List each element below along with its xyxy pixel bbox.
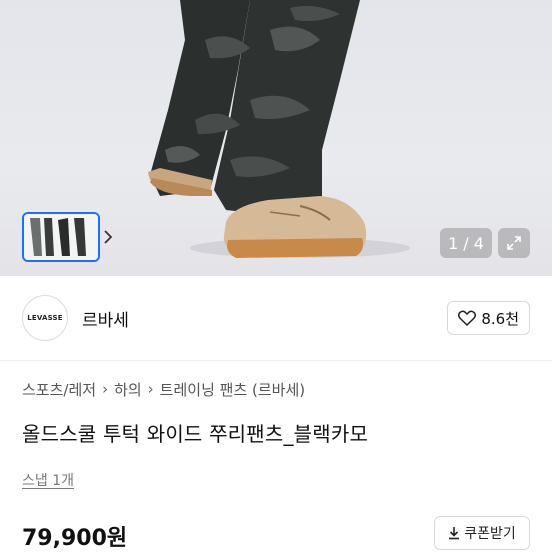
like-button[interactable]: 8.6천 [447, 301, 530, 335]
brand-name[interactable]: 르바세 [82, 306, 129, 331]
heart-icon [458, 310, 477, 326]
thumbnail-strip [22, 212, 116, 262]
chevron-right-icon[interactable] [100, 212, 116, 262]
thumbnail-selected[interactable] [22, 212, 100, 262]
coupon-button[interactable]: 쿠폰받기 [434, 516, 530, 550]
breadcrumb: 스포츠/레저 › 하의 › 트레이닝 팬츠 (르바세) [22, 378, 305, 400]
product-title: 올드스쿨 투턱 와이드 쭈리팬츠_블랙카모 [22, 422, 369, 446]
breadcrumb-item-type[interactable]: 트레이닝 팬츠 (르바세) [160, 379, 305, 400]
thumbnail-image [24, 214, 98, 260]
section-divider [0, 360, 552, 361]
brand-logo[interactable]: LEVASSE [22, 295, 68, 341]
product-image-gallery[interactable]: 1 / 4 [0, 0, 552, 276]
breadcrumb-item-subcategory[interactable]: 하의 [114, 379, 142, 400]
brand-row: LEVASSE 르바세 8.6천 [22, 292, 530, 344]
snap-link[interactable]: 스냅 1개 [22, 470, 74, 490]
breadcrumb-separator: › [147, 380, 154, 398]
brand-logo-text: LEVASSE [27, 314, 63, 322]
page-counter: 1 / 4 [440, 228, 492, 258]
page-total: 4 [473, 233, 484, 253]
like-count: 8.6천 [481, 309, 519, 328]
expand-icon [507, 236, 521, 250]
page-separator: / [463, 233, 469, 253]
download-icon [449, 527, 460, 540]
page-current: 1 [448, 233, 459, 253]
breadcrumb-separator: › [102, 380, 109, 398]
product-price: 79,900원 [22, 526, 128, 551]
breadcrumb-item-category[interactable]: 스포츠/레저 [22, 379, 96, 400]
coupon-label: 쿠폰받기 [464, 526, 516, 542]
expand-button[interactable] [498, 228, 530, 258]
